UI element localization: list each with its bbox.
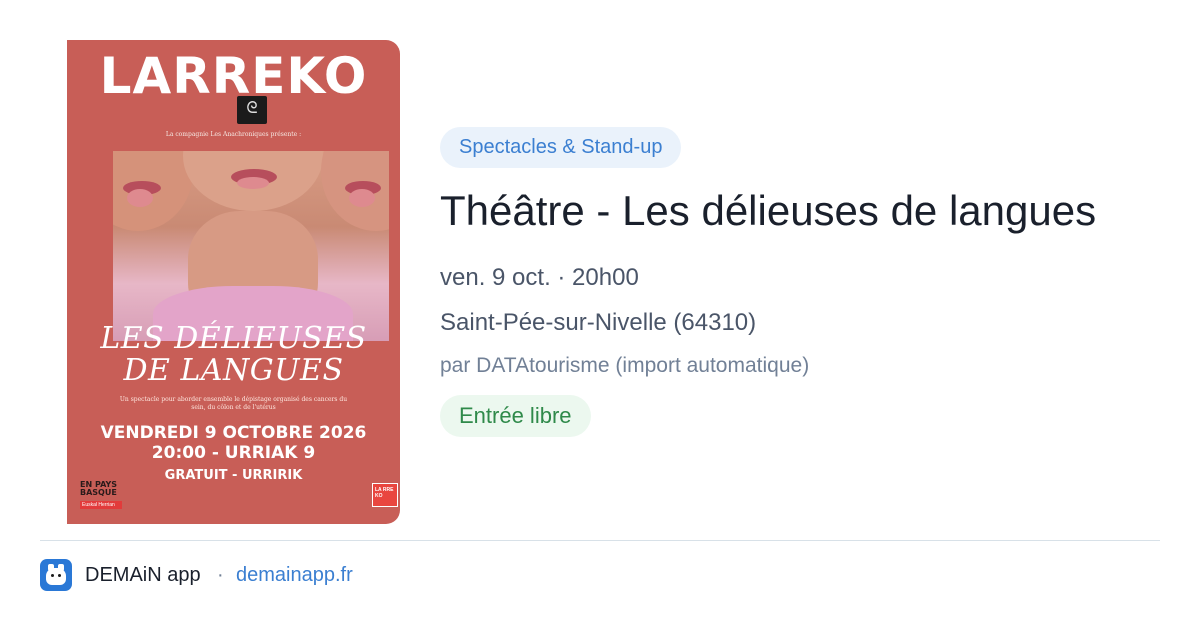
poster-description: Un spectacle pour aborder ensemble le dé… (119, 396, 348, 411)
category-badge[interactable]: Spectacles & Stand-up (440, 127, 682, 168)
poster-date: VENDREDI 9 OCTOBRE 2026 20:00 - URRIAK 9 (67, 423, 400, 463)
poster-date-line1: VENDREDI 9 OCTOBRE 2026 (100, 423, 367, 443)
event-preview-card: LARREKO ᘓ La compagnie Les Anachroniques… (0, 0, 1200, 630)
app-name[interactable]: DEMAiN app (85, 562, 201, 588)
region-line2: BASQUE (80, 488, 117, 497)
event-poster-image[interactable]: LARREKO ᘓ La compagnie Les Anachroniques… (67, 40, 400, 524)
price-badge: Entrée libre (440, 395, 591, 437)
poster-photo (113, 151, 389, 341)
poster-title-line1: LES DÉLIEUSES (100, 321, 367, 356)
poster-presents: La compagnie Les Anachroniques présente … (165, 131, 302, 138)
event-source: par DATAtourisme (import automatique) (440, 354, 810, 377)
company-logo-icon: ᘓ (237, 96, 267, 124)
app-logo-icon[interactable] (40, 559, 72, 591)
poster-logo: LARREKO (99, 47, 368, 105)
footer-separator: · (217, 564, 224, 586)
poster-date-line2: 20:00 - URRIAK 9 (151, 443, 316, 463)
poster-title: LES DÉLIEUSES DE LANGUES (67, 323, 400, 387)
region-logo: EN PAYS BASQUE (80, 481, 117, 497)
event-location: Saint-Pée-sur-Nivelle (64310) (440, 309, 757, 336)
poster-title-line2: DE LANGUES (123, 353, 344, 388)
site-link[interactable]: demainapp.fr (236, 562, 353, 588)
footer-divider (40, 540, 1160, 541)
event-datetime: ven. 9 oct. · 20h00 (440, 264, 639, 291)
event-title[interactable]: Théâtre - Les délieuses de langues (440, 184, 1096, 238)
region-tag: Euskal Herrian (80, 501, 122, 509)
larreko-corner-logo: LA RRE KO (372, 483, 398, 507)
